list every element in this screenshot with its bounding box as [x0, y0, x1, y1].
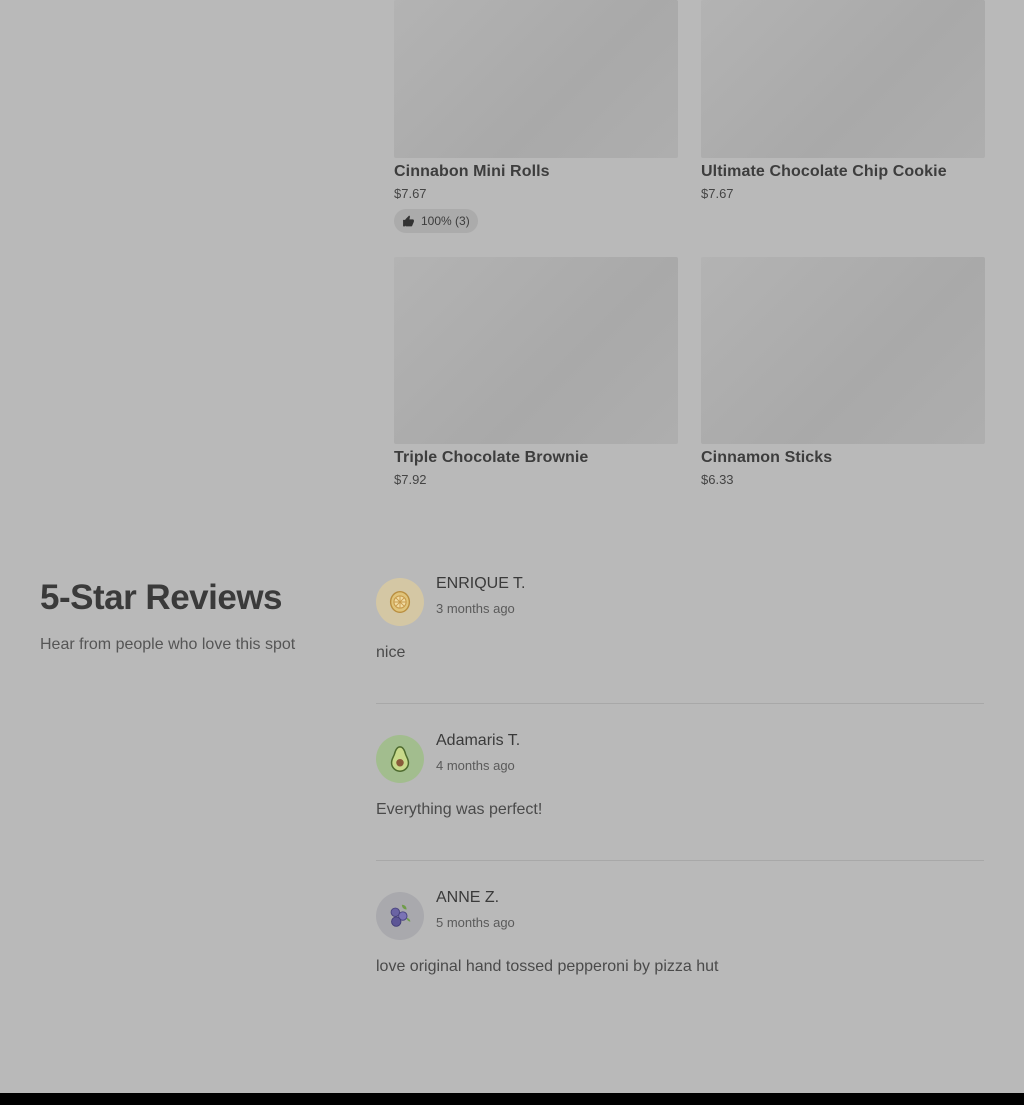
menu-item-price: $7.67 — [394, 186, 427, 201]
menu-item-image — [701, 257, 985, 444]
review-date: 5 months ago — [436, 915, 515, 930]
avocado-icon — [390, 746, 410, 772]
footer-bar — [0, 1093, 1024, 1105]
blueberry-icon — [390, 904, 411, 927]
rating-badge: 100% (3) — [394, 209, 478, 233]
review-date: 4 months ago — [436, 758, 515, 773]
menu-item-name: Cinnabon Mini Rolls — [394, 163, 550, 180]
menu-item-price: $7.67 — [701, 186, 734, 201]
divider — [376, 703, 984, 704]
avatar — [376, 578, 424, 626]
reviewer-name: Adamaris T. — [436, 732, 521, 749]
divider — [376, 860, 984, 861]
menu-item-name: Ultimate Chocolate Chip Cookie — [701, 163, 947, 180]
menu-item-image — [701, 0, 985, 158]
menu-item-card[interactable]: Ultimate Chocolate Chip Cookie $7.67 — [701, 0, 985, 201]
review-text: nice — [376, 644, 406, 661]
avatar — [376, 892, 424, 940]
menu-item-card[interactable]: Cinnamon Sticks $6.33 — [701, 257, 985, 487]
menu-item-name: Triple Chocolate Brownie — [394, 449, 589, 466]
menu-item-name: Cinnamon Sticks — [701, 449, 833, 466]
thumbs-up-icon — [403, 215, 414, 226]
menu-item-image — [394, 257, 678, 444]
review-date: 3 months ago — [436, 601, 515, 616]
reviewer-name: ANNE Z. — [436, 889, 500, 906]
review-text: Everything was perfect! — [376, 801, 543, 818]
menu-item-image — [394, 0, 678, 158]
avatar — [376, 735, 424, 783]
reviewer-name: ENRIQUE T. — [436, 575, 526, 592]
lemon-icon — [389, 590, 411, 614]
rating-text: 100% (3) — [421, 214, 470, 228]
menu-item-card[interactable]: Triple Chocolate Brownie $7.92 — [394, 257, 678, 487]
reviews-section-subtitle: Hear from people who love this spot — [40, 636, 296, 653]
menu-item-price: $6.33 — [701, 472, 734, 487]
menu-item-price: $7.92 — [394, 472, 427, 487]
menu-item-card[interactable]: Cinnabon Mini Rolls $7.67 100% (3) — [394, 0, 678, 233]
reviews-section-title: 5-Star Reviews — [40, 578, 283, 617]
review-text: love original hand tossed pepperoni by p… — [376, 958, 719, 975]
